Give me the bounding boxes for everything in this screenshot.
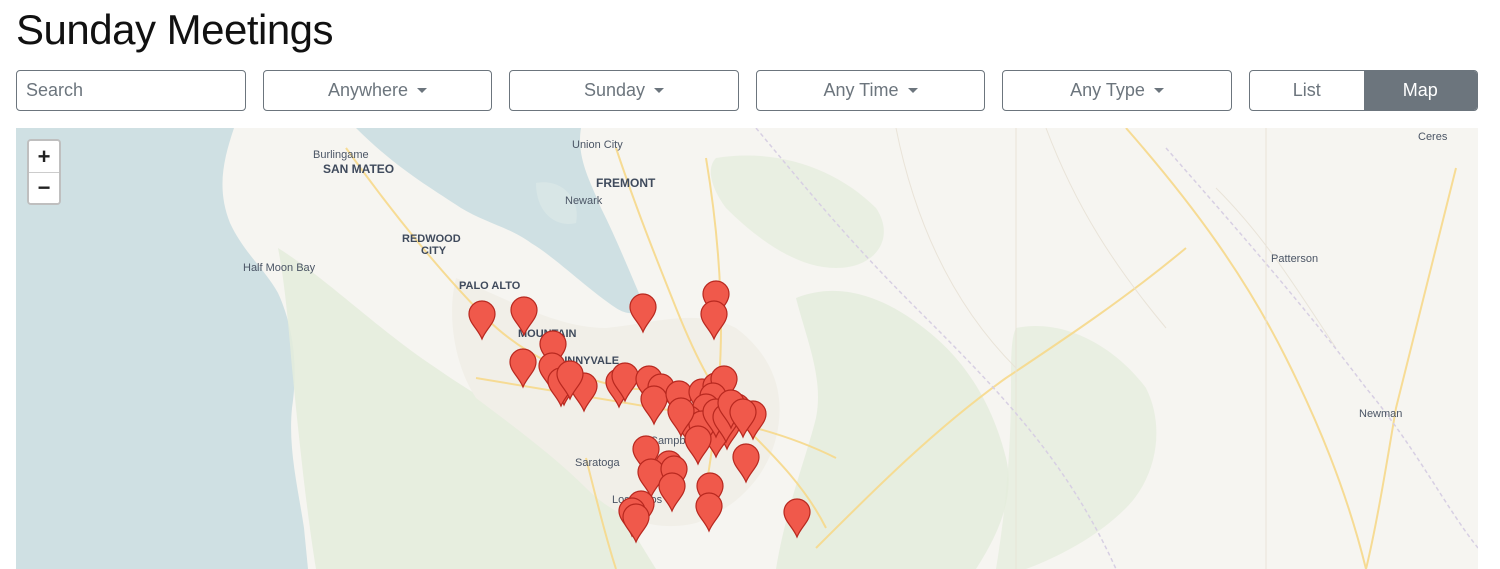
region-dropdown[interactable]: Anywhere bbox=[263, 70, 492, 111]
label-union-city: Union City bbox=[572, 139, 623, 151]
day-dropdown[interactable]: Sunday bbox=[509, 70, 739, 111]
label-patterson: Patterson bbox=[1271, 253, 1318, 265]
label-san-mateo: SAN MATEO bbox=[323, 162, 394, 176]
label-redwood-city-1: REDWOOD bbox=[402, 233, 461, 245]
chevron-down-icon bbox=[907, 88, 918, 93]
zoom-control: + − bbox=[27, 139, 61, 205]
label-ceres: Ceres bbox=[1418, 131, 1448, 143]
time-dropdown-label: Any Time bbox=[823, 80, 899, 100]
time-dropdown[interactable]: Any Time bbox=[756, 70, 985, 111]
label-half-moon-bay: Half Moon Bay bbox=[243, 262, 316, 274]
chevron-down-icon bbox=[654, 88, 665, 93]
list-view-button[interactable]: List bbox=[1250, 71, 1364, 110]
filter-bar: Anywhere Sunday Any Time Any Type List M… bbox=[16, 70, 1478, 111]
region-dropdown-label: Anywhere bbox=[327, 80, 409, 100]
type-dropdown[interactable]: Any Type bbox=[1002, 70, 1232, 111]
label-saratoga: Saratoga bbox=[575, 457, 621, 469]
label-redwood-city-2: CITY bbox=[421, 245, 447, 257]
hills-diablo bbox=[710, 155, 884, 268]
type-dropdown-label: Any Type bbox=[1070, 80, 1145, 100]
meetings-map[interactable]: Union City Burlingame SAN MATEO FREMONT … bbox=[16, 128, 1478, 569]
page-title: Sunday Meetings bbox=[16, 6, 334, 53]
zoom-out-button[interactable]: − bbox=[29, 172, 59, 203]
map-view-button[interactable]: Map bbox=[1363, 71, 1477, 110]
hills-east bbox=[776, 290, 1009, 569]
view-toggle: List Map bbox=[1249, 70, 1478, 111]
hills-south bbox=[996, 326, 1157, 569]
chevron-down-icon bbox=[417, 88, 428, 93]
label-newman: Newman bbox=[1359, 408, 1402, 420]
label-palo-alto: PALO ALTO bbox=[459, 280, 521, 292]
search-input[interactable] bbox=[17, 71, 245, 110]
zoom-in-button[interactable]: + bbox=[29, 141, 59, 172]
chevron-down-icon bbox=[1153, 88, 1164, 93]
label-burlingame: Burlingame bbox=[313, 149, 369, 161]
label-newark: Newark bbox=[565, 195, 603, 207]
search-group bbox=[16, 70, 246, 111]
map-base-layer: Union City Burlingame SAN MATEO FREMONT … bbox=[16, 128, 1478, 569]
label-fremont: FREMONT bbox=[596, 176, 656, 190]
meeting-marker[interactable] bbox=[695, 492, 723, 533]
day-dropdown-label: Sunday bbox=[583, 80, 646, 100]
